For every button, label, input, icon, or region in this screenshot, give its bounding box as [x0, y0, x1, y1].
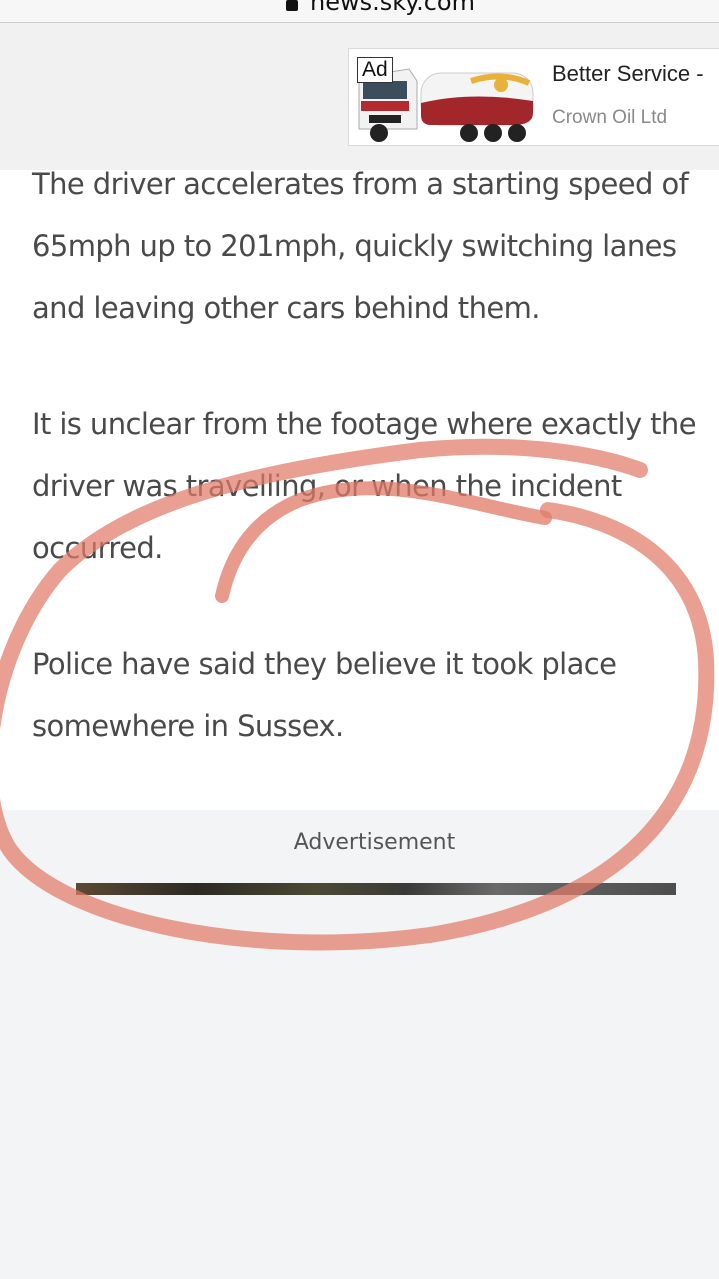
- article-paragraph: It is unclear from the footage where exa…: [32, 407, 697, 565]
- ad-banner-area: Ad Better Service - Crown Oil Ltd: [0, 23, 719, 170]
- browser-url-bar[interactable]: news.sky.com: [0, 0, 719, 23]
- article-paragraph: The driver accelerates from a starting s…: [32, 167, 689, 325]
- advertisement-image[interactable]: [76, 883, 676, 895]
- ad-card[interactable]: Ad Better Service - Crown Oil Ltd: [348, 48, 719, 146]
- advertisement-label: Advertisement: [293, 830, 456, 855]
- article-paragraph: Police have said they believe it took pl…: [32, 647, 617, 743]
- lock-icon: [286, 0, 298, 11]
- ad-title[interactable]: Better Service -: [552, 61, 704, 87]
- ad-image-fuel-truck[interactable]: Ad: [351, 51, 537, 145]
- ad-badge: Ad: [357, 57, 393, 83]
- url-display[interactable]: news.sky.com: [286, 0, 475, 16]
- article-body: The driver accelerates from a starting s…: [0, 167, 719, 810]
- ad-advertiser: Crown Oil Ltd: [552, 107, 668, 128]
- url-text: news.sky.com: [310, 0, 475, 16]
